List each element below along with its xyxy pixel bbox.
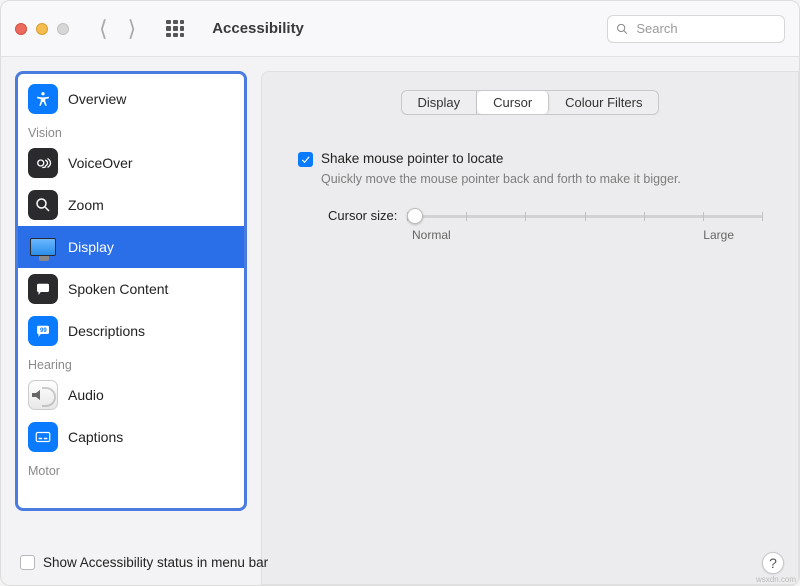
sidebar-item-spoken-content[interactable]: Spoken Content	[18, 268, 244, 310]
close-button[interactable]	[15, 23, 27, 35]
status-menubar-checkbox[interactable]	[20, 555, 35, 570]
sidebar-item-overview[interactable]: Overview	[18, 78, 244, 120]
window-controls	[15, 23, 69, 35]
display-icon	[28, 232, 58, 262]
tab-cursor[interactable]: Cursor	[477, 91, 549, 114]
sidebar-item-label: Captions	[68, 429, 123, 445]
footer-option: Show Accessibility status in menu bar	[20, 555, 268, 570]
nav-arrows: ⟨ ⟩	[99, 18, 136, 40]
sidebar-item-label: Descriptions	[68, 323, 145, 339]
all-prefs-button[interactable]	[166, 20, 184, 38]
sidebar-section-vision: Vision	[18, 120, 244, 142]
sidebar-item-label: Spoken Content	[68, 281, 168, 297]
sidebar-item-zoom[interactable]: Zoom	[18, 184, 244, 226]
search-field[interactable]	[607, 15, 785, 43]
titlebar: ⟨ ⟩ Accessibility	[1, 1, 799, 57]
voiceover-icon	[28, 148, 58, 178]
forward-button[interactable]: ⟩	[128, 18, 137, 40]
sidebar-item-voiceover[interactable]: VoiceOver	[18, 142, 244, 184]
sidebar-item-audio[interactable]: Audio	[18, 374, 244, 416]
sidebar-item-descriptions[interactable]: 99 Descriptions	[18, 310, 244, 352]
tab-segmented-control: Display Cursor Colour Filters	[401, 90, 660, 115]
sidebar-section-hearing: Hearing	[18, 352, 244, 374]
sidebar-section-motor: Motor	[18, 458, 244, 480]
tab-colour-filters[interactable]: Colour Filters	[549, 91, 658, 114]
shake-pointer-description: Quickly move the mouse pointer back and …	[321, 171, 701, 188]
sidebar-item-label: VoiceOver	[68, 155, 133, 171]
minimize-button[interactable]	[36, 23, 48, 35]
slider-knob[interactable]	[407, 208, 423, 224]
spoken-content-icon	[28, 274, 58, 304]
search-icon	[616, 22, 628, 36]
main-panel: Display Cursor Colour Filters Shake mous…	[261, 71, 799, 585]
tab-display[interactable]: Display	[402, 91, 478, 114]
zoom-button[interactable]	[57, 23, 69, 35]
cursor-size-slider[interactable]	[407, 206, 762, 226]
audio-icon	[28, 380, 58, 410]
sidebar-item-label: Display	[68, 239, 114, 255]
help-button[interactable]: ?	[762, 552, 784, 574]
shake-pointer-checkbox[interactable]	[298, 152, 313, 167]
window-title: Accessibility	[212, 20, 597, 37]
sidebar-item-captions[interactable]: Captions	[18, 416, 244, 458]
slider-max-label: Large	[703, 228, 734, 242]
sidebar: Overview Vision VoiceOver Zoom Displa	[15, 71, 247, 511]
sidebar-item-label: Audio	[68, 387, 104, 403]
cursor-size-label: Cursor size:	[328, 208, 397, 223]
descriptions-icon: 99	[28, 316, 58, 346]
captions-icon	[28, 422, 58, 452]
back-button[interactable]: ⟨	[99, 18, 108, 40]
zoom-icon	[28, 190, 58, 220]
status-menubar-label: Show Accessibility status in menu bar	[43, 555, 268, 570]
sidebar-item-display[interactable]: Display	[18, 226, 244, 268]
sidebar-item-label: Overview	[68, 91, 126, 107]
shake-pointer-label: Shake mouse pointer to locate	[321, 151, 503, 166]
sidebar-item-label: Zoom	[68, 197, 104, 213]
search-input[interactable]	[634, 20, 776, 37]
accessibility-icon	[28, 84, 58, 114]
svg-text:99: 99	[40, 328, 47, 334]
slider-min-label: Normal	[412, 228, 451, 242]
watermark: wsxdn.com	[756, 575, 796, 584]
checkmark-icon	[300, 154, 311, 165]
